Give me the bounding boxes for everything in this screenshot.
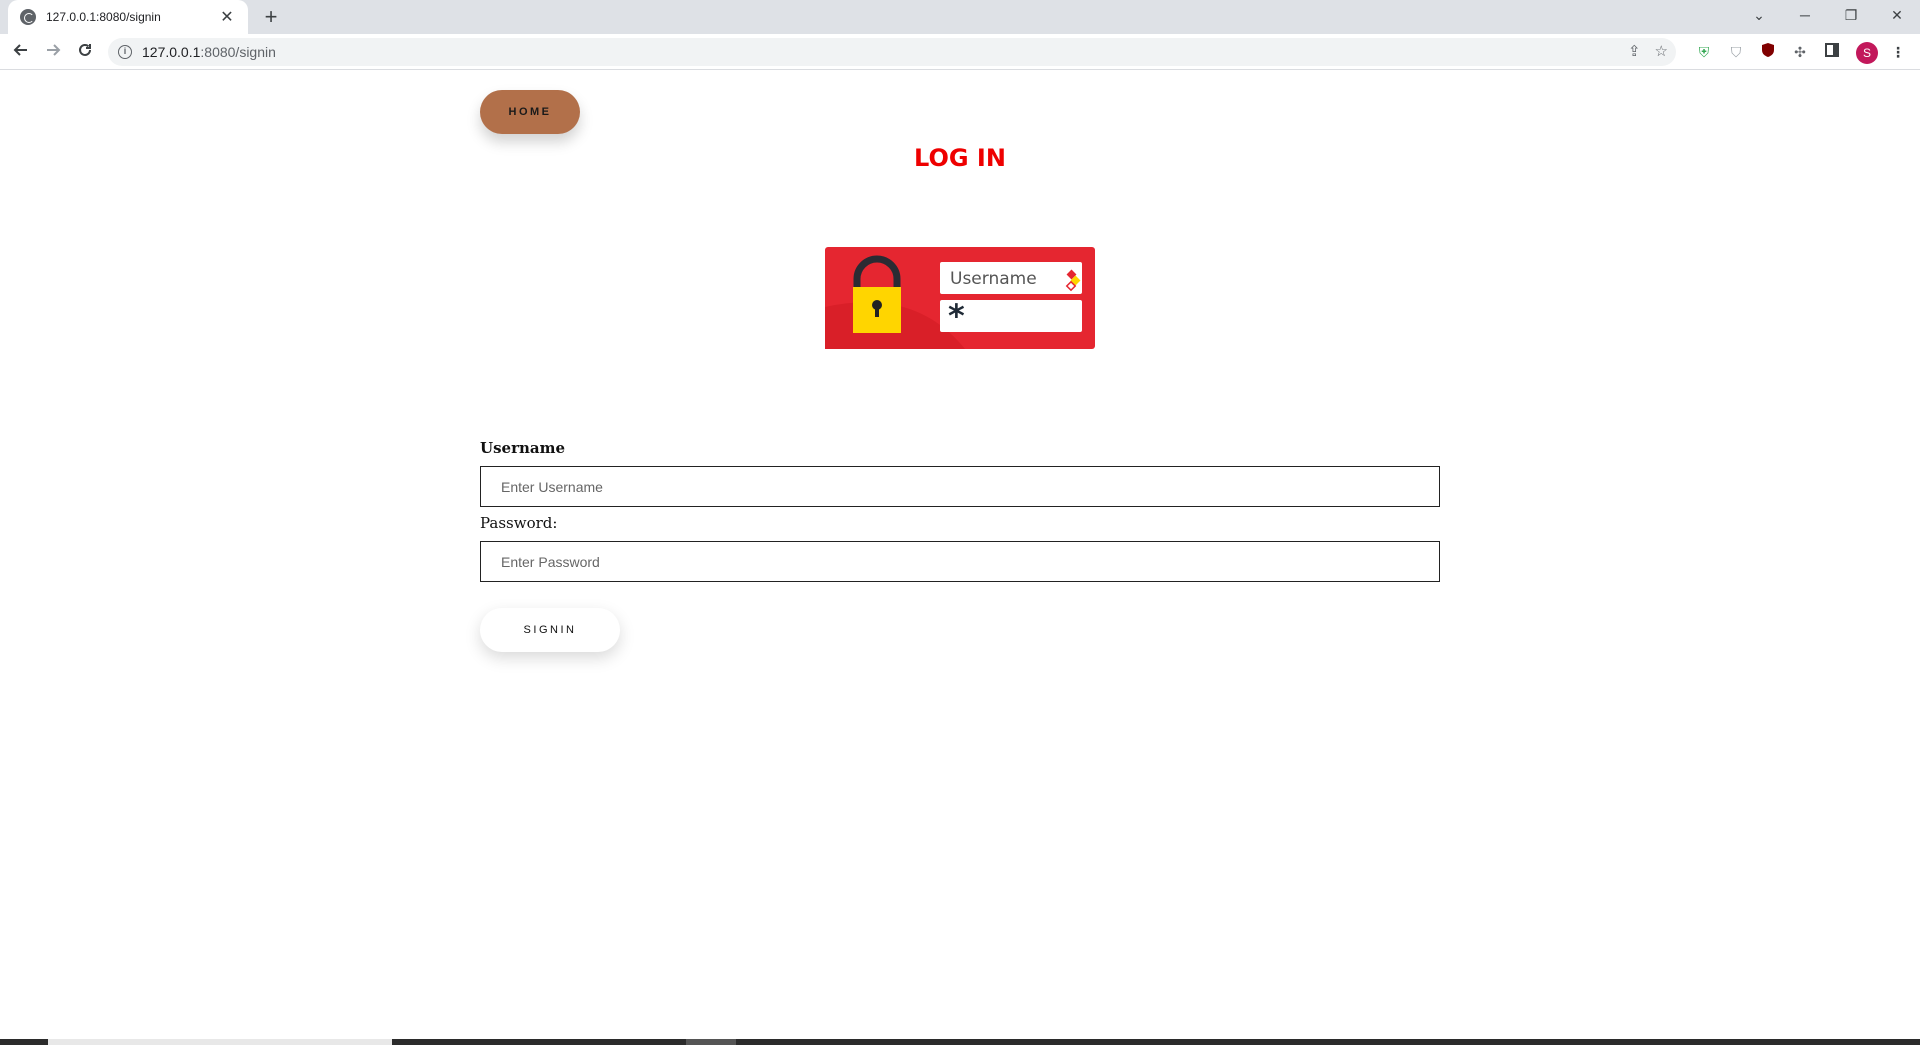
back-arrow-icon[interactable] xyxy=(8,39,34,65)
close-window-button[interactable]: ✕ xyxy=(1874,0,1920,30)
menu-kebab-icon[interactable]: ⋮ xyxy=(1888,42,1908,62)
signin-button[interactable]: SIGNIN xyxy=(480,608,620,652)
username-label: Username xyxy=(480,439,566,457)
share-icon[interactable]: ⇪ xyxy=(1628,42,1641,60)
asterisk-icon: * xyxy=(948,297,965,335)
username-input[interactable] xyxy=(480,466,1440,507)
password-input[interactable] xyxy=(480,541,1440,582)
url-path: :8080/signin xyxy=(200,44,276,60)
puzzle-extensions-icon[interactable]: ✣ xyxy=(1790,42,1810,62)
bookmark-star-icon[interactable]: ☆ xyxy=(1655,42,1668,60)
forward-arrow-icon[interactable] xyxy=(40,39,66,65)
site-info-icon[interactable]: i xyxy=(118,45,132,59)
tab-close-icon[interactable]: ✕ xyxy=(218,7,236,27)
banner-username-text: Username xyxy=(950,269,1037,289)
password-label: Password: xyxy=(480,514,558,532)
ublock-extension-icon[interactable] xyxy=(1758,42,1778,62)
browser-tab[interactable]: 127.0.0.1:8080/signin ✕ xyxy=(8,0,248,34)
browser-toolbar: i 127.0.0.1 :8080/signin ⇪ ☆ ⛨ ⛉ ✣ S ⋮ xyxy=(0,34,1920,70)
privacy-extension-icon[interactable]: ⛉ xyxy=(1726,42,1746,62)
shield-extension-icon[interactable]: ⛨ xyxy=(1694,42,1714,62)
side-panel-icon[interactable] xyxy=(1822,42,1842,62)
reload-icon[interactable] xyxy=(72,39,98,65)
login-banner-image: Username * xyxy=(825,247,1095,349)
browser-tab-strip: 127.0.0.1:8080/signin ✕ + ⌄ ─ ❐ ✕ xyxy=(0,0,1920,34)
taskbar-strip xyxy=(0,1039,1920,1045)
restore-button[interactable]: ❐ xyxy=(1828,0,1874,30)
minimize-button[interactable]: ─ xyxy=(1782,0,1828,30)
profile-avatar[interactable]: S xyxy=(1856,42,1878,64)
page-content: HOME LOG IN Username * Username Password… xyxy=(0,71,1920,1035)
page-title: LOG IN xyxy=(914,144,1006,172)
tab-search-icon[interactable]: ⌄ xyxy=(1736,0,1782,30)
globe-icon xyxy=(20,9,36,25)
new-tab-button[interactable]: + xyxy=(258,4,284,30)
url-host: 127.0.0.1 xyxy=(142,44,201,60)
tab-title: 127.0.0.1:8080/signin xyxy=(46,10,161,24)
home-button[interactable]: HOME xyxy=(480,90,580,134)
address-bar[interactable]: i 127.0.0.1 :8080/signin ⇪ ☆ xyxy=(108,38,1676,66)
